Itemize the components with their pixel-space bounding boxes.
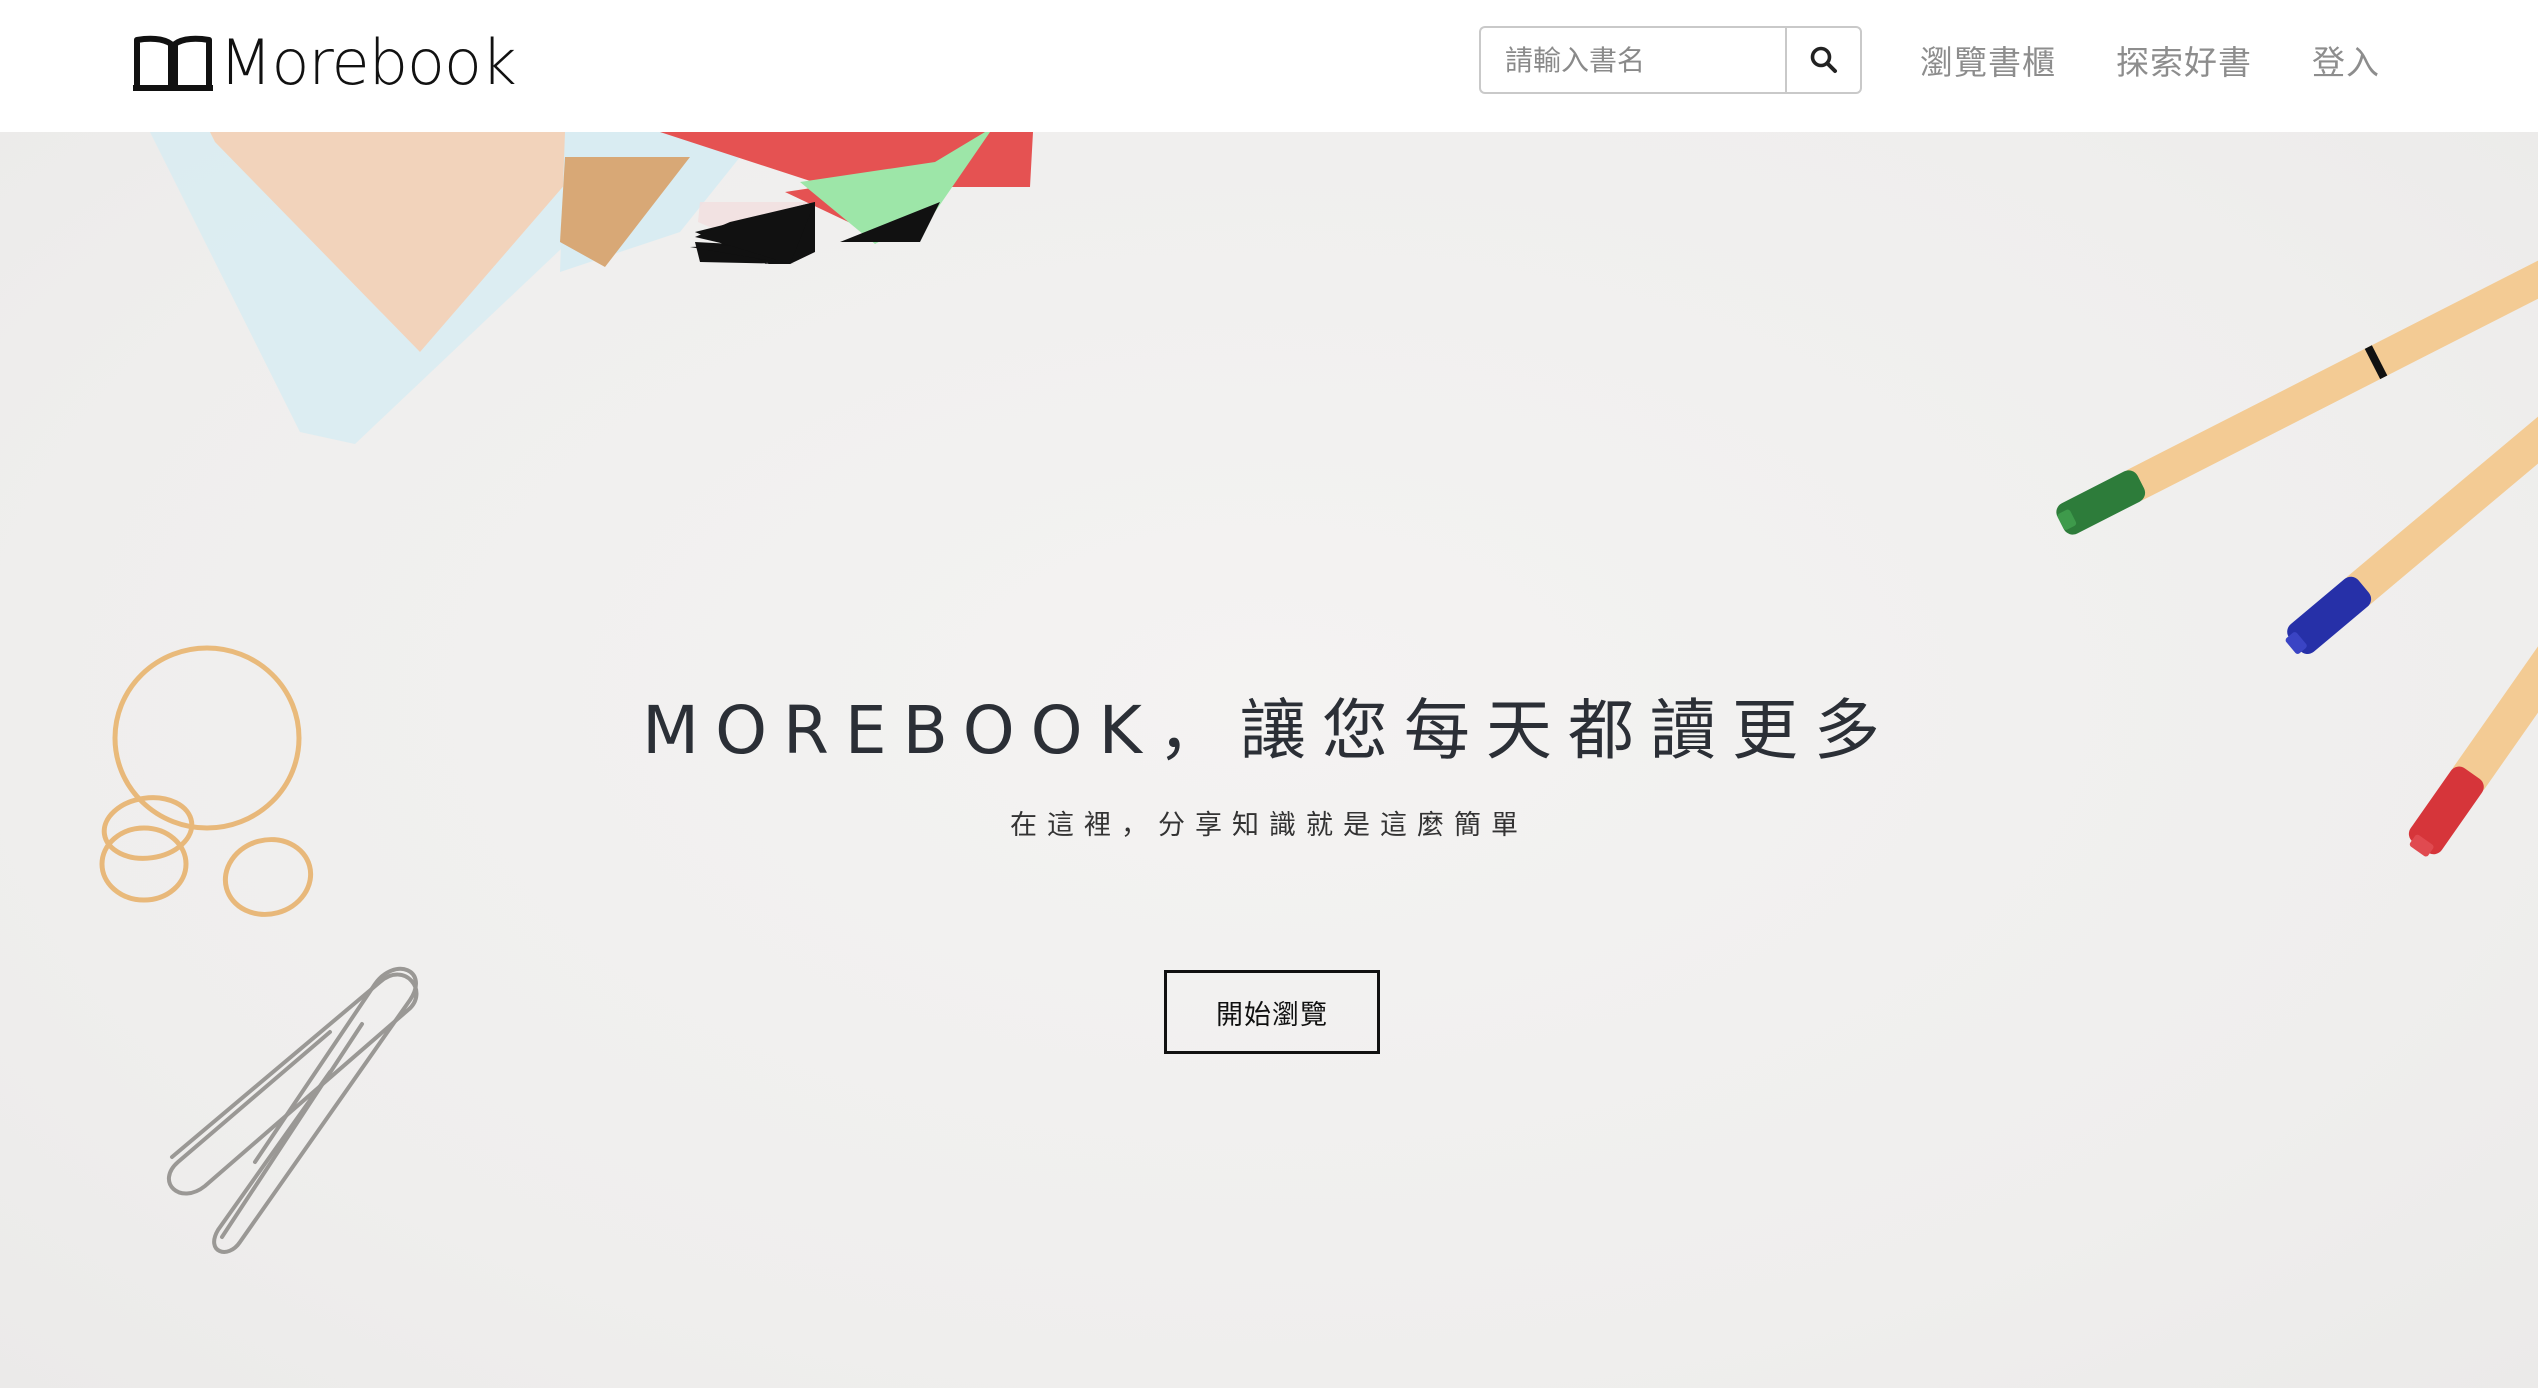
paper-clips-decoration — [166, 966, 419, 1254]
nav-links: 瀏覽書櫃 探索好書 登入 — [1920, 26, 2380, 94]
page: Morebook 瀏覽書櫃 探索好書 登入 — [0, 0, 2538, 1388]
search-icon — [1810, 46, 1837, 73]
start-browsing-button[interactable]: 開始瀏覽 — [1164, 970, 1380, 1054]
open-book-icon — [133, 35, 213, 91]
top-navbar: Morebook 瀏覽書櫃 探索好書 登入 — [0, 0, 2538, 132]
rubber-bands-decoration — [99, 645, 314, 917]
hero-section: MOREBOOK，讓您每天都讀更多 在這裡，分享知識就是這麼簡單 開始瀏覽 — [0, 132, 2538, 1388]
nav-item-explore[interactable]: 探索好書 — [2116, 36, 2252, 84]
brand-name: Morebook — [219, 26, 517, 99]
paper-stack-decoration — [150, 132, 1033, 444]
search-bar — [1479, 26, 1862, 94]
nav-item-bookshelf[interactable]: 瀏覽書櫃 — [1920, 36, 2056, 84]
search-button[interactable] — [1785, 26, 1862, 94]
hero-subtitle: 在這裡，分享知識就是這麼簡單 — [1010, 810, 1528, 841]
hero-title: MOREBOOK，讓您每天都讀更多 — [642, 692, 1896, 769]
nav-item-login[interactable]: 登入 — [2312, 36, 2380, 84]
brand-logo-link[interactable]: Morebook — [131, 26, 517, 99]
pens-decoration — [2056, 259, 2538, 857]
search-input[interactable] — [1479, 26, 1785, 94]
